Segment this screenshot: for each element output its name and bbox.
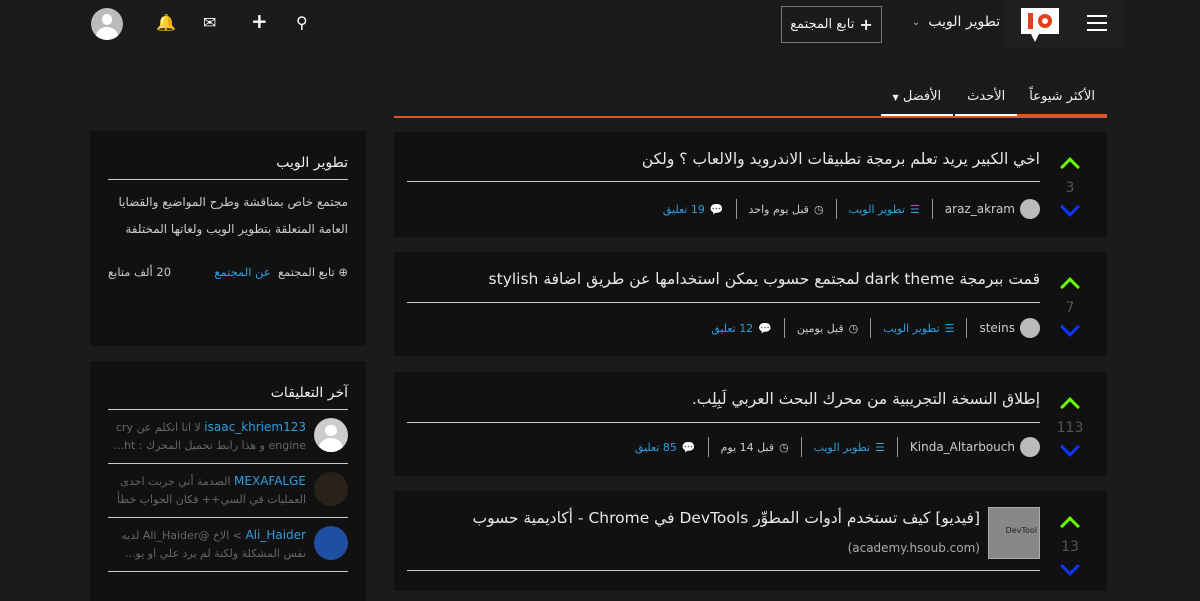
downvote-icon[interactable] xyxy=(1060,437,1080,457)
user-avatar[interactable] xyxy=(91,8,123,40)
comment-item[interactable]: Ali_Haider > الاخ @Ali_Haider لديه نفس ا… xyxy=(108,518,348,572)
post-meta: Kinda_Altarbouch ☰ تطوير الويب ◷ قبل 14 يو… xyxy=(623,437,1040,457)
commenter-avatar xyxy=(314,418,348,452)
post-card: 13 DevTool [فيديو] كيف تستخدم أدوات المط… xyxy=(394,491,1107,591)
vote-box: 3 xyxy=(1055,152,1085,217)
community-dropdown[interactable]: تطوير الويب ⌄ xyxy=(912,14,1000,30)
vote-count: 113 xyxy=(1056,420,1084,436)
panel-title: تطوير الويب xyxy=(108,131,348,180)
follow-community-button[interactable]: + تابع المجتمع xyxy=(781,6,882,43)
community-description: مجتمع خاص بمناقشة وطرح المواضيع والقضايا… xyxy=(118,195,349,236)
post-title[interactable]: اخي الكبير يريد تعلم برمجة تطبيقات الاند… xyxy=(642,150,1040,168)
post-card: 3 اخي الكبير يريد تعلم برمجة تطبيقات الا… xyxy=(394,132,1107,237)
vote-count: 13 xyxy=(1061,539,1079,555)
post-comments[interactable]: 12 تعليق xyxy=(711,322,753,335)
comment-item[interactable]: isaac_khriem123 لا انا اتكلم عن cry engi… xyxy=(108,410,348,464)
user-avatar[interactable] xyxy=(1020,437,1040,457)
latest-comments-panel: آخر التعليقات isaac_khriem123 لا انا اتك… xyxy=(90,361,366,601)
post-category[interactable]: تطوير الويب xyxy=(849,203,905,216)
upvote-icon[interactable] xyxy=(1060,516,1080,536)
post-author[interactable]: Kinda_Altarbouch xyxy=(910,440,1015,454)
tab-best[interactable]: الأفضل ▼ xyxy=(880,80,954,116)
divider xyxy=(407,181,1040,182)
divider xyxy=(407,302,1040,303)
post-thumbnail[interactable]: DevTool xyxy=(988,507,1040,559)
logo[interactable] xyxy=(1021,8,1059,42)
comment-icon: 💬 xyxy=(681,440,696,454)
comment-icon: 💬 xyxy=(709,202,724,216)
post-card: 7 قمت ببرمجة dark theme لمجتمع حسوب يمكن… xyxy=(394,252,1107,356)
downvote-icon[interactable] xyxy=(1060,556,1080,576)
envelope-icon[interactable]: ✉ xyxy=(203,13,216,32)
user-avatar[interactable] xyxy=(1020,199,1040,219)
commenter-name[interactable]: MEXAFALGE xyxy=(234,474,306,488)
commenter-name[interactable]: Ali_Haider xyxy=(245,528,306,542)
vote-box: 13 xyxy=(1055,511,1085,576)
user-avatar[interactable] xyxy=(1020,318,1040,338)
post-title[interactable]: قمت ببرمجة dark theme لمجتمع حسوب يمكن ا… xyxy=(489,270,1040,288)
list-icon: ☰ xyxy=(875,440,885,454)
post-time: قبل يوم واحد xyxy=(748,202,809,216)
post-title[interactable]: إطلاق النسخة التجريبية من محرك البحث الع… xyxy=(692,390,1040,408)
post-time: قبل يومين xyxy=(796,321,844,335)
list-icon: ☰ xyxy=(909,202,920,216)
post-comments[interactable]: 85 تعليق xyxy=(635,441,677,454)
post-category[interactable]: تطوير الويب xyxy=(814,441,870,454)
add-icon[interactable]: + xyxy=(251,9,268,33)
vote-count: 7 xyxy=(1065,300,1075,316)
divider xyxy=(407,422,1040,423)
follow-label: تابع المجتمع xyxy=(790,17,855,32)
sort-tabs: الأكثر شيوعاً الأحدث الأفضل ▼ xyxy=(394,80,1107,118)
follow-label: تابع المجتمع xyxy=(278,265,335,279)
post-card: 113 إطلاق النسخة التجريبية من محرك البحث… xyxy=(394,372,1107,476)
commenter-avatar xyxy=(314,526,348,560)
clock-icon: ◷ xyxy=(848,321,859,335)
tab-popular[interactable]: الأكثر شيوعاً xyxy=(1017,80,1107,116)
post-meta: steins ☰ تطوير الويب ◷ قبل يومين 💬 12 تعليق xyxy=(699,318,1040,338)
vote-count: 3 xyxy=(1065,180,1075,196)
post-domain[interactable]: (academy.hsoub.com) xyxy=(848,541,980,555)
thumbnail-label: DevTool xyxy=(1005,526,1037,535)
post-category[interactable]: تطوير الويب xyxy=(883,322,939,335)
plus-icon: + xyxy=(859,15,873,34)
bell-icon[interactable]: 🔔 xyxy=(156,13,176,32)
community-name: تطوير الويب xyxy=(928,14,1001,30)
vote-box: 7 xyxy=(1055,272,1085,337)
divider xyxy=(407,570,1040,571)
list-icon: ☰ xyxy=(944,321,955,335)
post-meta: araz_akram ☰ تطوير الويب ◷ قبل يوم واحد 💬 1… xyxy=(651,199,1040,219)
caret-down-icon: ▼ xyxy=(892,93,899,102)
follow-community-link[interactable]: ⊕ تابع المجتمع عن المجتمع xyxy=(214,265,348,279)
tab-best-label: الأفضل xyxy=(902,89,942,104)
comment-icon: 💬 xyxy=(758,321,772,335)
clock-icon: ◷ xyxy=(779,440,789,454)
downvote-icon[interactable] xyxy=(1060,197,1080,217)
tab-newest[interactable]: الأحدث xyxy=(955,80,1018,116)
commenter-avatar xyxy=(314,472,348,506)
clock-icon: ◷ xyxy=(813,202,824,216)
comment-item[interactable]: MEXAFALGE الصدمة أني جربت احدى العمليات … xyxy=(108,464,348,518)
about-community-link[interactable]: عن المجتمع xyxy=(214,265,270,279)
post-time: قبل 14 يوم xyxy=(720,440,775,454)
post-comments[interactable]: 19 تعليق xyxy=(663,203,705,216)
upvote-icon[interactable] xyxy=(1060,277,1080,297)
vote-box: 113 xyxy=(1055,392,1085,457)
downvote-icon[interactable] xyxy=(1060,317,1080,337)
plus-circle-icon: ⊕ xyxy=(338,265,348,279)
post-title[interactable]: [فيديو] كيف تستخدم أدوات المطوِّر DevToo… xyxy=(472,509,980,527)
menu-icon[interactable] xyxy=(1087,15,1107,31)
commenter-name[interactable]: isaac_khriem123 xyxy=(204,420,306,434)
followers-count: 20 ألف متابع xyxy=(108,265,172,279)
post-author[interactable]: araz_akram xyxy=(945,202,1015,216)
search-icon[interactable]: ⚲ xyxy=(296,13,308,32)
upvote-icon[interactable] xyxy=(1060,397,1080,417)
community-about-panel: تطوير الويب مجتمع خاص بمناقشة وطرح الموا… xyxy=(90,131,366,346)
upvote-icon[interactable] xyxy=(1060,157,1080,177)
panel-title: آخر التعليقات xyxy=(108,361,348,410)
post-author[interactable]: steins xyxy=(979,321,1015,335)
chevron-down-icon: ⌄ xyxy=(912,17,921,28)
top-header: تطوير الويب ⌄ + تابع المجتمع ⚲ + ✉ 🔔 xyxy=(0,0,1200,48)
